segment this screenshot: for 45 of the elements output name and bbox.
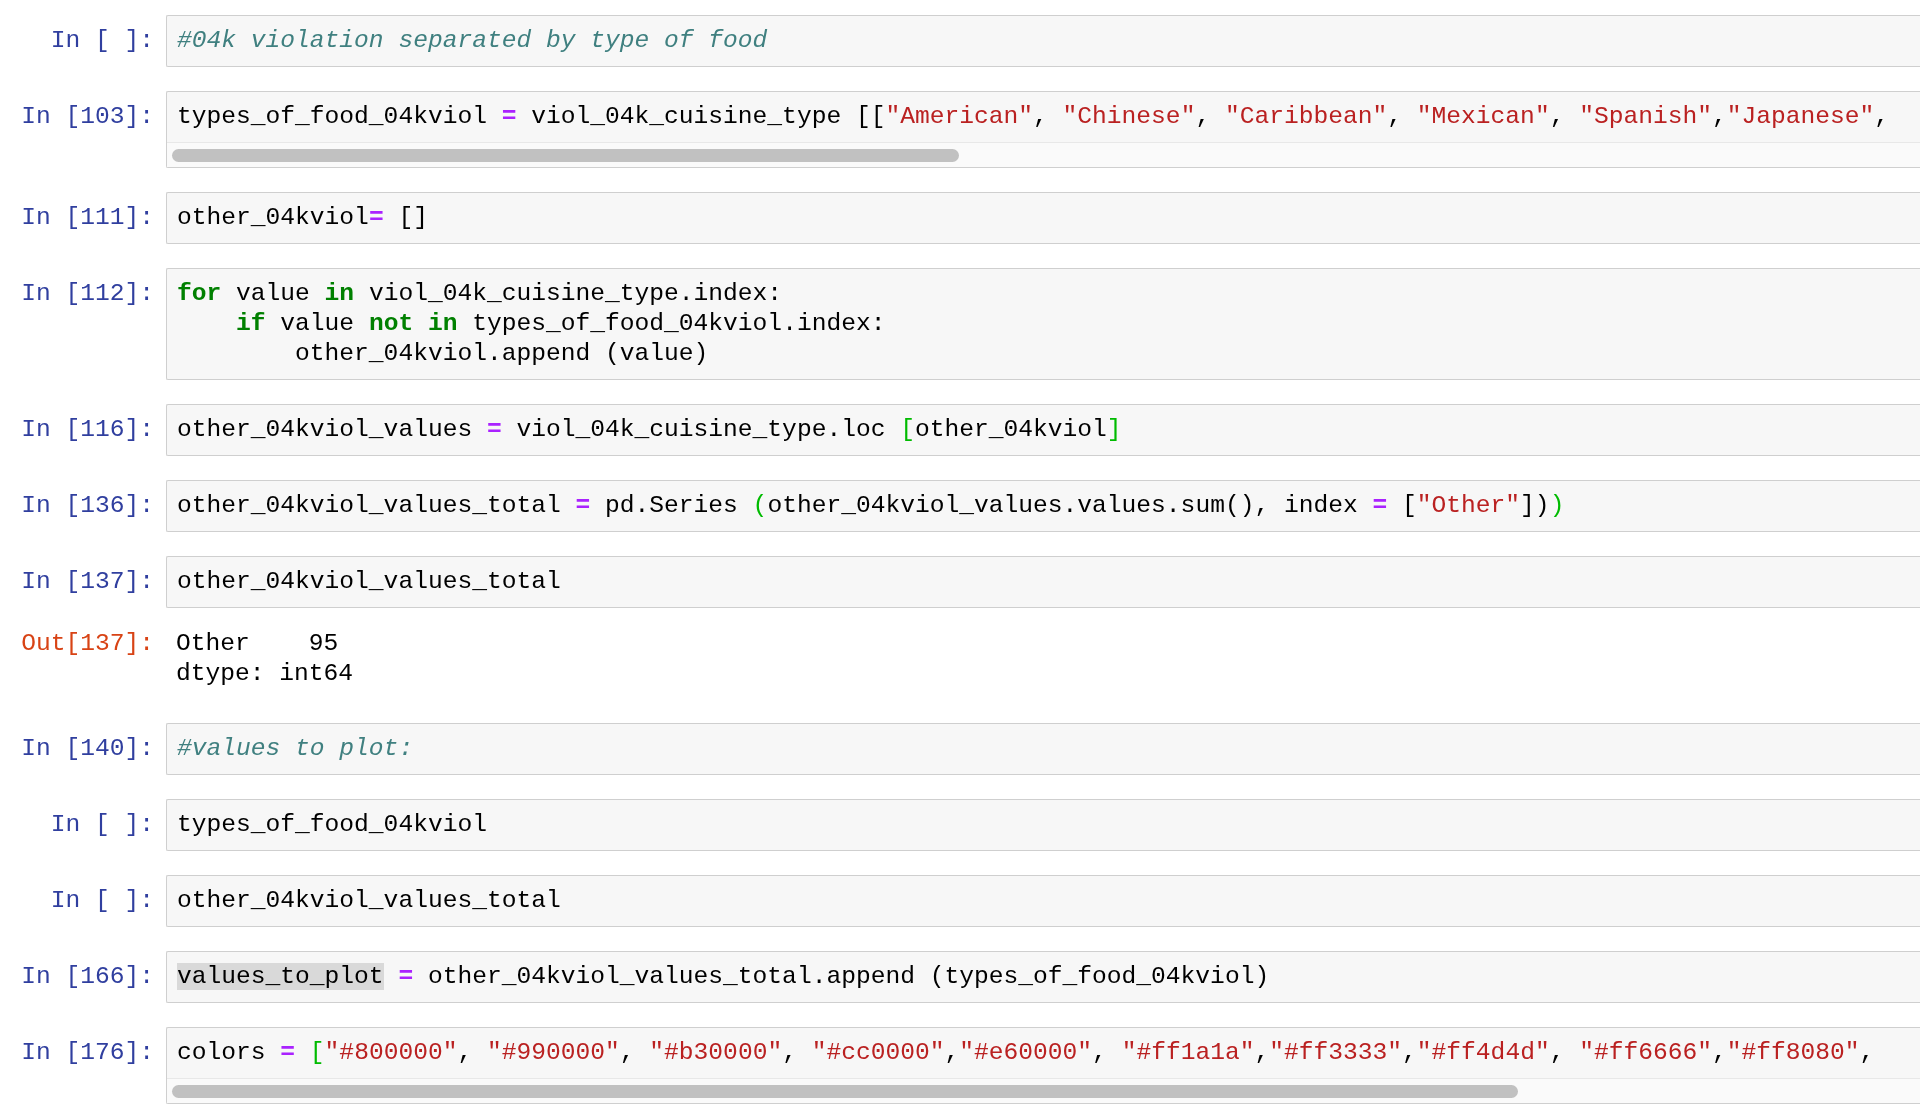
code-input-cell[interactable]: colors = ["#800000", "#990000", "#b30000", "#cc0000","#e60000", "#ff1a1a","#ff3333","#ff4d4d", "#ff6666","#ff8080", (166, 1027, 1920, 1104)
code-line: other_04kviol_values_total (177, 886, 562, 916)
code-line: if value not in types_of_food_04kviol.index: (235, 309, 887, 339)
code-input-cell[interactable]: other_04kviol_values_total (166, 556, 1920, 608)
code-input-cell[interactable]: #values to plot: (166, 723, 1920, 775)
code-line: other_04kviol.append (value) (294, 339, 710, 369)
output-line: Other 95 (176, 629, 340, 659)
code-line: values_to_plot = other_04kviol_values_total.append (types_of_food_04kviol) (177, 962, 1271, 992)
input-prompt: In [136]: (21, 491, 154, 521)
code-line: other_04kviol= [] (177, 203, 429, 233)
input-prompt: In [103]: (21, 102, 154, 132)
input-prompt: In [ ]: (50, 886, 154, 916)
horizontal-scrollbar[interactable] (167, 1078, 1920, 1103)
scrollbar-thumb[interactable] (172, 148, 959, 162)
input-prompt: In [176]: (21, 1038, 154, 1068)
code-line: other_04kviol_values_total (177, 567, 562, 597)
input-prompt: In [140]: (21, 734, 154, 764)
scrollbar-thumb[interactable] (172, 1084, 1518, 1098)
code-input-cell[interactable]: for value in viol_04k_cuisine_type.index: if value not in types_of_food_04kviol.index: other_04kviol.append (value) (166, 268, 1920, 380)
output-line: dtype: int64 (176, 659, 354, 689)
input-prompt: In [ ]: (50, 810, 154, 840)
input-prompt: In [137]: (21, 567, 154, 597)
input-prompt: In [166]: (21, 962, 154, 992)
input-prompt: In [116]: (21, 415, 154, 445)
code-line: for value in viol_04k_cuisine_type.index: (177, 279, 784, 309)
code-line: other_04kviol_values = viol_04k_cuisine_type.loc [other_04kviol] (177, 415, 1123, 445)
code-line: #04k violation separated by type of food (177, 26, 769, 56)
code-line: colors = ["#800000", "#990000", "#b30000", "#cc0000","#e60000", "#ff1a1a","#ff3333","#ff4d4d", "#ff6666","#ff8080", (177, 1038, 1876, 1068)
code-input-cell[interactable]: other_04kviol_values = viol_04k_cuisine_type.loc [other_04kviol] (166, 404, 1920, 456)
code-input-cell[interactable]: types_of_food_04kviol (166, 799, 1920, 851)
input-prompt: In [ ]: (50, 26, 154, 56)
code-line: #values to plot: (177, 734, 415, 764)
code-input-cell[interactable]: other_04kviol_values_total (166, 875, 1920, 927)
code-line: types_of_food_04kviol (177, 810, 488, 840)
code-input-cell[interactable]: values_to_plot = other_04kviol_values_total.append (types_of_food_04kviol) (166, 951, 1920, 1003)
code-input-cell[interactable]: #04k violation separated by type of food (166, 15, 1920, 67)
code-line: types_of_food_04kviol = viol_04k_cuisine_type [["American", "Chinese", "Caribbean", "Mexican", "Spanish","Japanese", (177, 102, 1891, 132)
code-line: other_04kviol_values_total = pd.Series (other_04kviol_values.values.sum(), index = ["Other"])) (177, 491, 1566, 521)
code-input-cell[interactable]: types_of_food_04kviol = viol_04k_cuisine_type [["American", "Chinese", "Caribbean", "Mexican", "Spanish","Japanese", (166, 91, 1920, 168)
horizontal-scrollbar[interactable] (167, 142, 1920, 167)
input-prompt: In [111]: (21, 203, 154, 233)
code-input-cell[interactable]: other_04kviol_values_total = pd.Series (other_04kviol_values.values.sum(), index = ["Other"])) (166, 480, 1920, 532)
code-input-cell[interactable]: other_04kviol= [] (166, 192, 1920, 244)
input-prompt: In [112]: (21, 279, 154, 309)
output-prompt: Out[137]: (21, 629, 154, 659)
